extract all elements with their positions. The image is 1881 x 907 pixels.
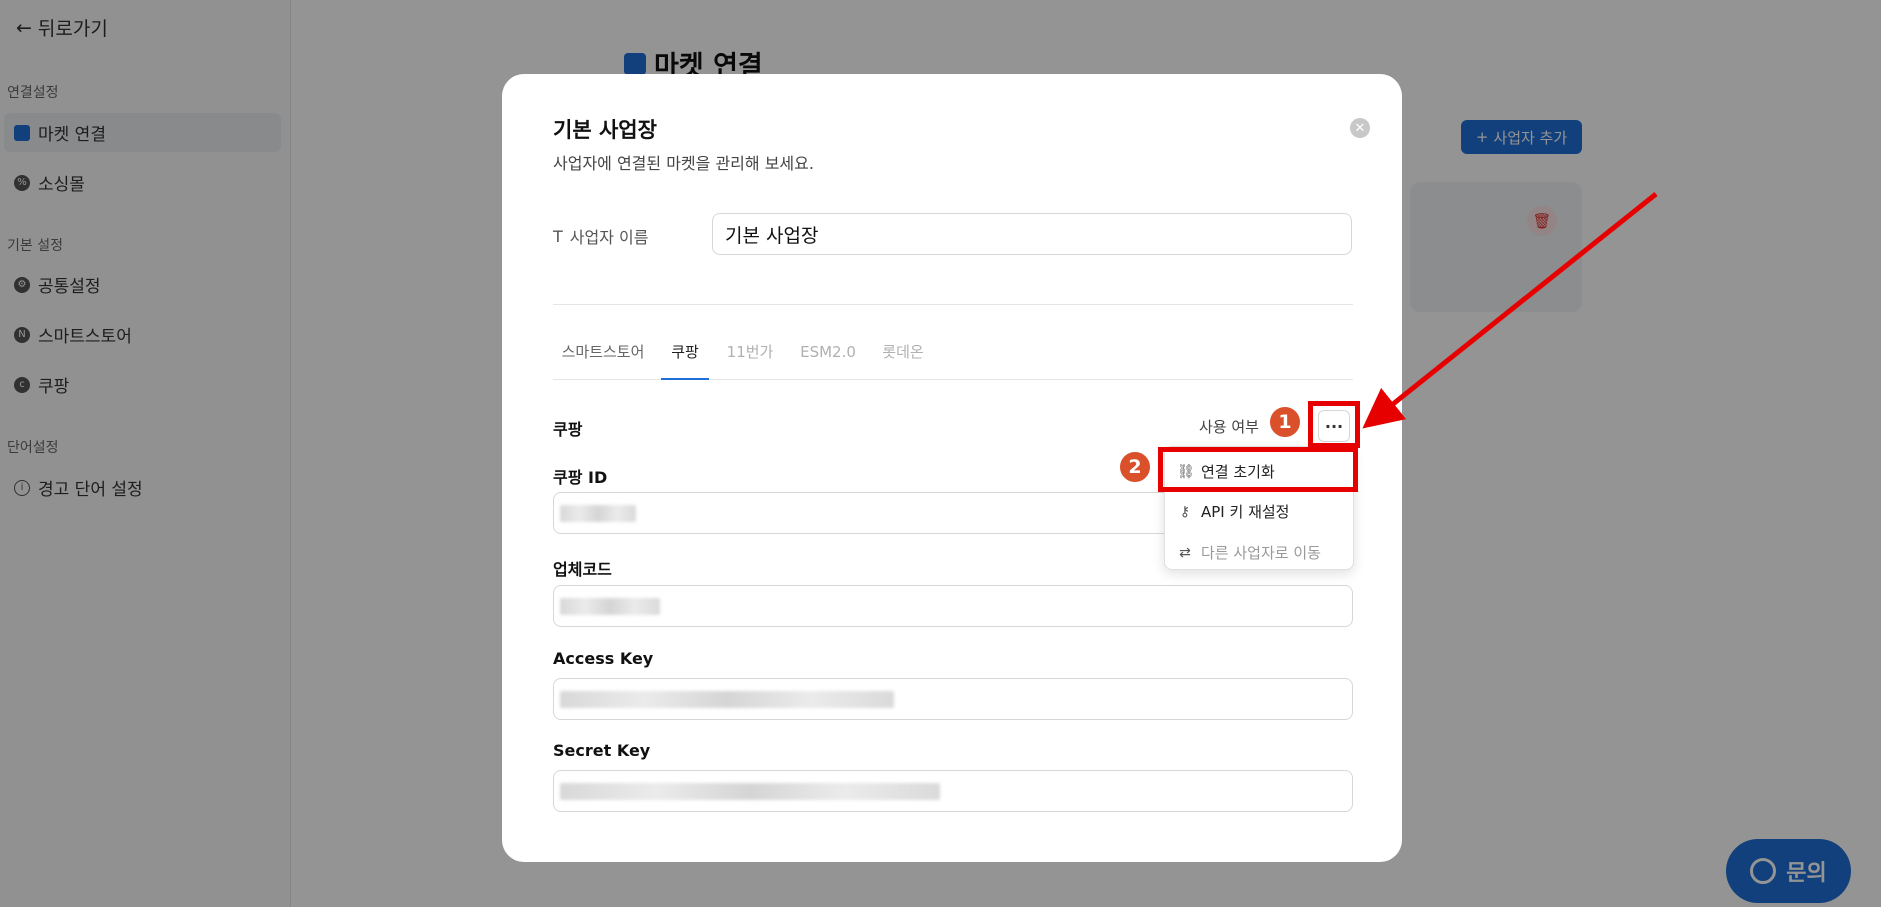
arrow-line xyxy=(1362,192,1658,429)
pointer-arrow xyxy=(1362,192,1658,429)
